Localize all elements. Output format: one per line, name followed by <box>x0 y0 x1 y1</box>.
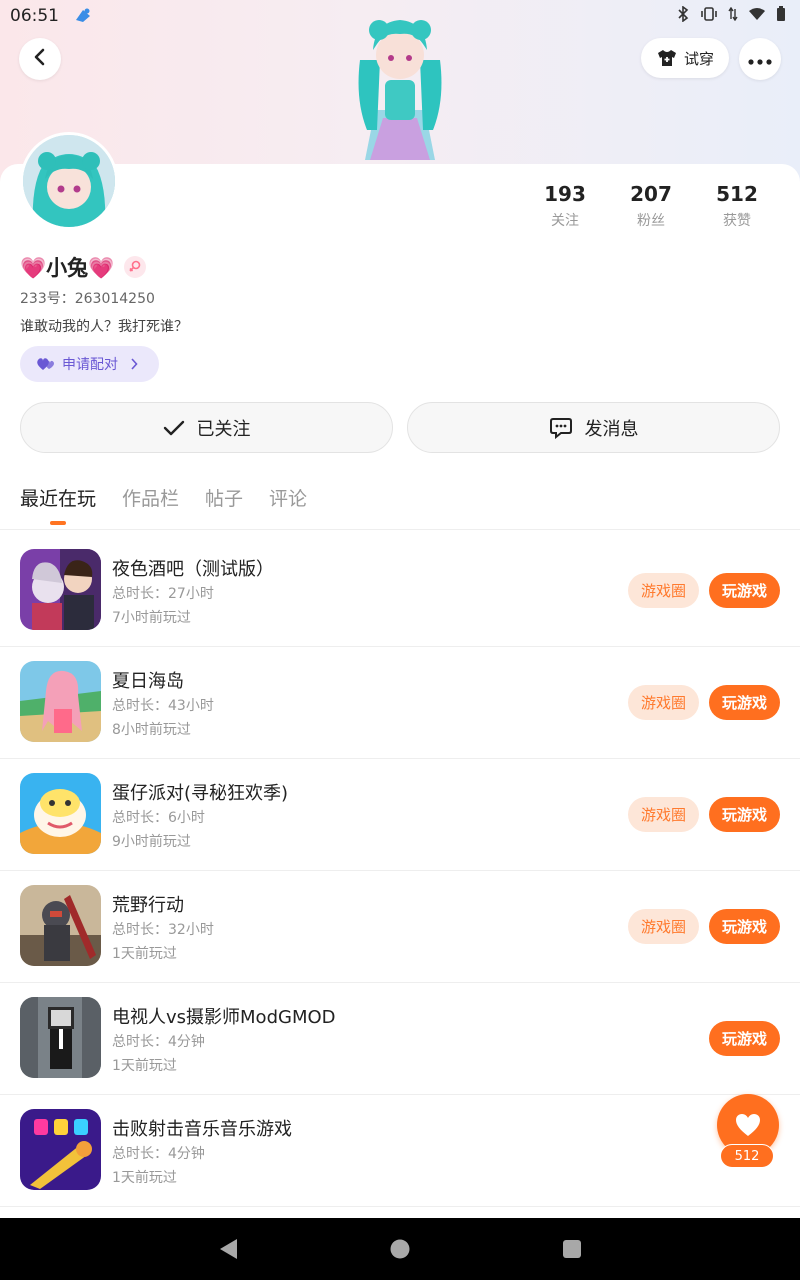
stat-value: 512 <box>716 182 758 206</box>
game-circle-button[interactable]: 游戏圈 <box>628 797 699 832</box>
game-row[interactable]: 击败射击音乐音乐游戏 总时长：4分钟 1天前玩过 <box>0 1095 800 1207</box>
game-last-played: 8小时前玩过 <box>112 722 191 738</box>
pair-request-button[interactable]: 申请配对 <box>20 346 159 382</box>
wifi-icon <box>748 7 766 25</box>
profile-stats: 193 关注 207 粉丝 512 获赞 <box>522 182 780 230</box>
system-navigation-bar <box>0 1218 800 1280</box>
message-button[interactable]: 发消息 <box>407 402 780 453</box>
play-game-button[interactable]: 玩游戏 <box>709 797 780 832</box>
heart-pair-icon <box>36 356 56 372</box>
tab-works[interactable]: 作品栏 <box>122 484 179 511</box>
data-arrows-icon <box>728 6 738 25</box>
game-circle-button[interactable]: 游戏圈 <box>628 685 699 720</box>
play-game-button[interactable]: 玩游戏 <box>709 1021 780 1056</box>
tab-active-indicator <box>50 521 66 525</box>
game-circle-button[interactable]: 游戏圈 <box>628 909 699 944</box>
avatar[interactable] <box>20 132 118 230</box>
game-icon[interactable] <box>20 549 101 630</box>
battery-icon <box>776 6 786 26</box>
profile-tabs: 最近在玩 作品栏 帖子 评论 <box>20 484 307 525</box>
more-button[interactable] <box>739 38 781 80</box>
stat-likes[interactable]: 512 获赞 <box>694 182 780 230</box>
user-bio: 谁敢动我的人？我打死谁？ <box>20 319 188 335</box>
profile-name: 💗小兔💗 <box>20 256 115 280</box>
back-button[interactable] <box>19 38 61 80</box>
game-list: 夜色酒吧（测试版） 总时长：27小时 7小时前玩过 游戏圈 玩游戏 夏日海岛 总… <box>0 535 800 1207</box>
play-game-button[interactable]: 玩游戏 <box>709 685 780 720</box>
play-game-button[interactable]: 玩游戏 <box>709 909 780 944</box>
game-icon[interactable] <box>20 773 101 854</box>
stat-label: 粉丝 <box>637 213 665 229</box>
game-duration: 总时长：27小时 <box>112 586 214 602</box>
game-title: 荒野行动 <box>112 895 184 916</box>
stat-label: 获赞 <box>723 213 751 229</box>
status-time: 06:51 <box>10 6 59 26</box>
game-icon[interactable] <box>20 1109 101 1190</box>
tab-posts[interactable]: 帖子 <box>205 484 243 511</box>
game-icon[interactable] <box>20 661 101 742</box>
app-notification-icon <box>73 6 93 26</box>
game-last-played: 1天前玩过 <box>112 946 177 962</box>
game-title: 夜色酒吧（测试版） <box>112 559 274 580</box>
vibrate-icon <box>700 7 718 25</box>
game-last-played: 9小时前玩过 <box>112 834 191 850</box>
stat-value: 193 <box>544 182 586 206</box>
divider <box>0 529 800 530</box>
game-icon[interactable] <box>20 997 101 1078</box>
check-icon <box>163 419 185 437</box>
game-row[interactable]: 夏日海岛 总时长：43小时 8小时前玩过 游戏圈 玩游戏 <box>0 647 800 759</box>
bluetooth-icon <box>676 5 690 26</box>
status-bar: 06:51 <box>0 0 800 32</box>
game-circle-button[interactable]: 游戏圈 <box>628 573 699 608</box>
like-count-badge: 512 <box>720 1144 774 1168</box>
female-icon <box>124 256 147 278</box>
heart-icon <box>734 1112 762 1138</box>
pair-request-label: 申请配对 <box>62 357 118 373</box>
play-game-button[interactable]: 玩游戏 <box>709 573 780 608</box>
game-row[interactable]: 荒野行动 总时长：32小时 1天前玩过 游戏圈 玩游戏 <box>0 871 800 983</box>
profile-name-row: 💗小兔💗 <box>20 252 147 282</box>
stat-fans[interactable]: 207 粉丝 <box>608 182 694 230</box>
game-last-played: 1天前玩过 <box>112 1058 177 1074</box>
nav-back-icon[interactable] <box>217 1237 239 1261</box>
tab-label: 评论 <box>269 488 308 510</box>
try-on-button[interactable]: 试穿 <box>641 38 729 78</box>
game-duration: 总时长：32小时 <box>112 922 214 938</box>
shirt-icon <box>656 48 678 68</box>
followed-button[interactable]: 已关注 <box>20 402 393 453</box>
try-on-label: 试穿 <box>683 49 714 68</box>
tab-recently-played[interactable]: 最近在玩 <box>20 484 97 525</box>
game-title: 夏日海岛 <box>112 671 184 692</box>
chat-icon <box>549 417 573 439</box>
nav-home-icon[interactable] <box>389 1238 411 1260</box>
game-duration: 总时长：6小时 <box>112 810 205 826</box>
stat-value: 207 <box>630 182 672 206</box>
nav-recents-icon[interactable] <box>561 1238 583 1260</box>
game-row[interactable]: 夜色酒吧（测试版） 总时长：27小时 7小时前玩过 游戏圈 玩游戏 <box>0 535 800 647</box>
game-last-played: 7小时前玩过 <box>112 610 191 626</box>
tab-label: 最近在玩 <box>20 488 97 510</box>
message-label: 发消息 <box>584 418 639 440</box>
game-row[interactable]: 电视人vs摄影师ModGMOD 总时长：4分钟 1天前玩过 玩游戏 <box>0 983 800 1095</box>
tab-label: 帖子 <box>205 488 244 510</box>
game-title: 电视人vs摄影师ModGMOD <box>112 1007 336 1028</box>
game-title: 击败射击音乐音乐游戏 <box>112 1119 292 1140</box>
game-last-played: 1天前玩过 <box>112 1170 177 1186</box>
tab-label: 作品栏 <box>122 488 180 510</box>
stat-label: 关注 <box>551 213 579 229</box>
back-arrow-icon <box>32 48 48 70</box>
game-title: 蛋仔派对(寻秘狂欢季) <box>112 783 289 804</box>
game-duration: 总时长：43小时 <box>112 698 214 714</box>
stat-following[interactable]: 193 关注 <box>522 182 608 230</box>
tab-comments[interactable]: 评论 <box>269 484 307 511</box>
game-row[interactable]: 蛋仔派对(寻秘狂欢季) 总时长：6小时 9小时前玩过 游戏圈 玩游戏 <box>0 759 800 871</box>
chevron-right-icon <box>130 358 138 370</box>
more-icon <box>748 50 772 69</box>
game-icon[interactable] <box>20 885 101 966</box>
game-duration: 总时长：4分钟 <box>112 1146 205 1162</box>
user-id: 233号：263014250 <box>20 291 155 307</box>
followed-label: 已关注 <box>196 418 251 440</box>
game-duration: 总时长：4分钟 <box>112 1034 205 1050</box>
